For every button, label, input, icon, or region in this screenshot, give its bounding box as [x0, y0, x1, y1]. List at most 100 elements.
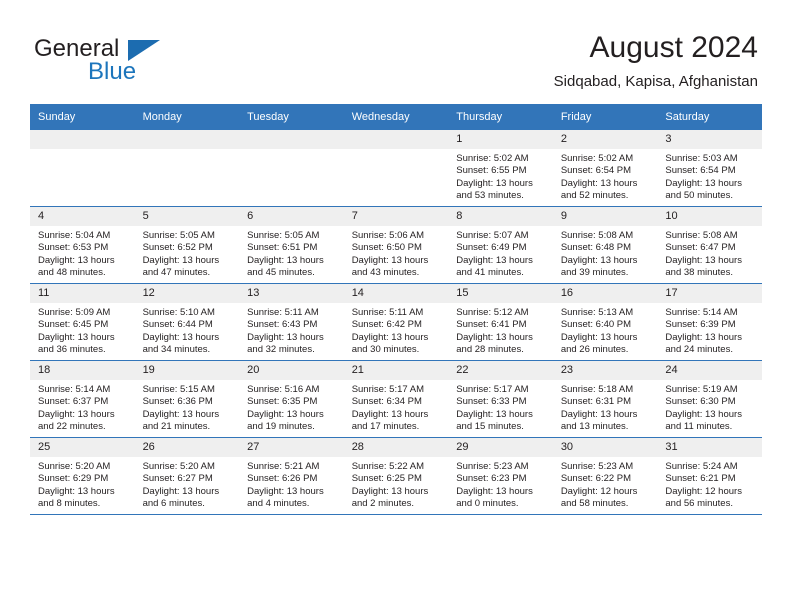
sunset-text: Sunset: 6:43 PM: [247, 319, 318, 331]
day-cell-inner: 21 Sunrise: 5:17 AM Sunset: 6:34 PM Dayligh…: [343, 361, 449, 437]
weekday-header-tuesday: Tuesday: [239, 104, 344, 130]
calendar-day-cell[interactable]: 22 Sunrise: 5:17 AM Sunset: 6:33 PM Dayligh…: [448, 360, 553, 438]
weekday-header-friday: Friday: [552, 104, 658, 130]
daylight-text-line1: Daylight: 13 hours: [456, 485, 533, 497]
sunrise-text: Sunrise: 5:06 AM: [351, 230, 425, 241]
sunrise-text: Sunrise: 5:20 AM: [38, 461, 111, 472]
calendar-day-cell[interactable]: 2 Sunrise: 5:02 AM Sunset: 6:54 PM Daylight…: [552, 130, 658, 207]
calendar-day-cell[interactable]: 9 Sunrise: 5:08 AM Sunset: 6:48 PM Daylight…: [552, 206, 658, 284]
calendar-day-cell[interactable]: 15 Sunrise: 5:12 AM Sunset: 6:41 PM Dayligh…: [448, 283, 553, 361]
sunset-text: Sunset: 6:36 PM: [142, 396, 213, 408]
day-number: 10: [657, 207, 762, 226]
calendar-day-cell[interactable]: 25 Sunrise: 5:20 AM Sunset: 6:29 PM Dayligh…: [30, 437, 135, 515]
weekday-header-sunday: Sunday: [30, 104, 135, 130]
calendar-day-cell[interactable]: 28 Sunrise: 5:22 AM Sunset: 6:25 PM Dayligh…: [343, 437, 449, 515]
sunrise-text: Sunrise: 5:24 AM: [665, 461, 738, 472]
sunrise-text: Sunrise: 5:21 AM: [247, 461, 320, 472]
calendar-week-row: 1 Sunrise: 5:02 AM Sunset: 6:55 PM Daylight…: [30, 130, 762, 207]
calendar-body: 1 Sunrise: 5:02 AM Sunset: 6:55 PM Daylight…: [30, 130, 762, 515]
calendar-day-cell[interactable]: 17 Sunrise: 5:14 AM Sunset: 6:39 PM Dayligh…: [657, 283, 762, 361]
day-cell-inner: 2 Sunrise: 5:02 AM Sunset: 6:54 PM Daylight…: [552, 130, 658, 206]
day-number: 9: [552, 207, 658, 226]
daylight-text-line1: Daylight: 13 hours: [665, 177, 742, 189]
day-details: Sunrise: 5:23 AM Sunset: 6:22 PM Daylight:…: [553, 457, 658, 511]
daylight-text-line2: and 19 minutes.: [247, 421, 315, 433]
daylight-text-line1: Daylight: 13 hours: [456, 254, 533, 266]
daylight-text-line2: and 2 minutes.: [351, 498, 415, 510]
daylight-text-line1: Daylight: 13 hours: [560, 177, 638, 189]
day-cell-inner: 25 Sunrise: 5:20 AM Sunset: 6:29 PM Dayligh…: [30, 438, 135, 514]
sunset-text: Sunset: 6:55 PM: [456, 165, 527, 177]
daylight-text-line1: Daylight: 13 hours: [560, 408, 638, 420]
sunrise-text: Sunrise: 5:17 AM: [456, 384, 529, 395]
calendar-table: Sunday Monday Tuesday Wednesday Thursday…: [30, 104, 762, 515]
daylight-text-line1: Daylight: 13 hours: [560, 331, 638, 343]
day-details: Sunrise: 5:20 AM Sunset: 6:29 PM Daylight:…: [30, 457, 135, 511]
calendar-day-cell[interactable]: 21 Sunrise: 5:17 AM Sunset: 6:34 PM Dayligh…: [343, 360, 449, 438]
calendar-day-cell[interactable]: 10 Sunrise: 5:08 AM Sunset: 6:47 PM Dayligh…: [657, 206, 762, 284]
calendar-day-cell[interactable]: 4 Sunrise: 5:04 AM Sunset: 6:53 PM Daylight…: [30, 206, 135, 284]
day-cell-inner: 14 Sunrise: 5:11 AM Sunset: 6:42 PM Dayligh…: [343, 284, 449, 360]
daylight-text-line2: and 53 minutes.: [456, 190, 524, 202]
calendar-day-cell[interactable]: 16 Sunrise: 5:13 AM Sunset: 6:40 PM Dayligh…: [552, 283, 658, 361]
daylight-text-line2: and 41 minutes.: [456, 267, 524, 279]
calendar-day-cell[interactable]: 13 Sunrise: 5:11 AM Sunset: 6:43 PM Dayligh…: [239, 283, 344, 361]
daylight-text-line1: Daylight: 13 hours: [142, 331, 220, 343]
calendar-day-cell[interactable]: 11 Sunrise: 5:09 AM Sunset: 6:45 PM Dayligh…: [30, 283, 135, 361]
sunrise-text: Sunrise: 5:23 AM: [456, 461, 529, 472]
calendar-day-cell[interactable]: 27 Sunrise: 5:21 AM Sunset: 6:26 PM Dayligh…: [239, 437, 344, 515]
calendar-day-cell[interactable]: 3 Sunrise: 5:03 AM Sunset: 6:54 PM Daylight…: [657, 130, 762, 207]
calendar-day-cell[interactable]: 24 Sunrise: 5:19 AM Sunset: 6:30 PM Dayligh…: [657, 360, 762, 438]
day-details: Sunrise: 5:11 AM Sunset: 6:43 PM Daylight:…: [239, 303, 344, 357]
daylight-text-line2: and 47 minutes.: [142, 267, 211, 279]
day-details: Sunrise: 5:11 AM Sunset: 6:42 PM Daylight:…: [344, 303, 449, 357]
calendar-day-cell[interactable]: 20 Sunrise: 5:16 AM Sunset: 6:35 PM Dayligh…: [239, 360, 344, 438]
sunrise-text: Sunrise: 5:12 AM: [456, 307, 529, 318]
sunset-text: Sunset: 6:23 PM: [456, 473, 527, 485]
daylight-text-line2: and 8 minutes.: [38, 498, 101, 510]
day-cell-inner: 1 Sunrise: 5:02 AM Sunset: 6:55 PM Daylight…: [448, 130, 553, 206]
sunrise-text: Sunrise: 5:13 AM: [560, 307, 634, 318]
day-details: Sunrise: 5:14 AM Sunset: 6:37 PM Daylight:…: [30, 380, 135, 434]
daylight-text-line1: Daylight: 13 hours: [142, 254, 220, 266]
calendar-day-cell[interactable]: 7 Sunrise: 5:06 AM Sunset: 6:50 PM Daylight…: [343, 206, 449, 284]
sunset-text: Sunset: 6:33 PM: [456, 396, 527, 408]
daylight-text-line1: Daylight: 12 hours: [665, 485, 742, 497]
calendar-day-cell[interactable]: 5 Sunrise: 5:05 AM Sunset: 6:52 PM Daylight…: [134, 206, 240, 284]
daylight-text-line1: Daylight: 13 hours: [142, 485, 220, 497]
calendar-day-cell[interactable]: 1 Sunrise: 5:02 AM Sunset: 6:55 PM Daylight…: [448, 130, 553, 207]
calendar-day-cell[interactable]: 14 Sunrise: 5:11 AM Sunset: 6:42 PM Dayligh…: [343, 283, 449, 361]
daylight-text-line1: Daylight: 13 hours: [665, 254, 742, 266]
calendar-day-cell[interactable]: 26 Sunrise: 5:20 AM Sunset: 6:27 PM Dayligh…: [134, 437, 240, 515]
calendar-day-cell[interactable]: 6 Sunrise: 5:05 AM Sunset: 6:51 PM Daylight…: [239, 206, 344, 284]
daylight-text-line2: and 38 minutes.: [665, 267, 733, 279]
day-details: Sunrise: 5:17 AM Sunset: 6:33 PM Daylight:…: [448, 380, 553, 434]
day-number: 24: [657, 361, 762, 380]
calendar-day-cell[interactable]: 31 Sunrise: 5:24 AM Sunset: 6:21 PM Dayligh…: [657, 437, 762, 515]
daylight-text-line1: Daylight: 13 hours: [247, 331, 324, 343]
calendar-day-cell[interactable]: 18 Sunrise: 5:14 AM Sunset: 6:37 PM Dayligh…: [30, 360, 135, 438]
day-cell-inner: 18 Sunrise: 5:14 AM Sunset: 6:37 PM Dayligh…: [30, 361, 135, 437]
day-number: 30: [552, 438, 658, 457]
day-number: [343, 130, 449, 149]
day-details: Sunrise: 5:06 AM Sunset: 6:50 PM Daylight:…: [344, 226, 449, 280]
day-details: Sunrise: 5:07 AM Sunset: 6:49 PM Daylight:…: [448, 226, 553, 280]
calendar-day-cell[interactable]: 8 Sunrise: 5:07 AM Sunset: 6:49 PM Daylight…: [448, 206, 553, 284]
day-details: Sunrise: 5:16 AM Sunset: 6:35 PM Daylight:…: [239, 380, 344, 434]
sunrise-text: Sunrise: 5:16 AM: [247, 384, 320, 395]
day-number: 23: [552, 361, 658, 380]
calendar-day-cell[interactable]: 23 Sunrise: 5:18 AM Sunset: 6:31 PM Dayligh…: [552, 360, 658, 438]
day-cell-inner: 20 Sunrise: 5:16 AM Sunset: 6:35 PM Dayligh…: [239, 361, 344, 437]
calendar-day-cell[interactable]: 12 Sunrise: 5:10 AM Sunset: 6:44 PM Dayligh…: [134, 283, 240, 361]
calendar-day-cell[interactable]: 19 Sunrise: 5:15 AM Sunset: 6:36 PM Dayligh…: [134, 360, 240, 438]
calendar-day-cell[interactable]: 29 Sunrise: 5:23 AM Sunset: 6:23 PM Dayligh…: [448, 437, 553, 515]
day-cell-inner: 15 Sunrise: 5:12 AM Sunset: 6:41 PM Dayligh…: [448, 284, 553, 360]
daylight-text-line2: and 0 minutes.: [456, 498, 519, 510]
general-blue-logo[interactable]: General Blue: [34, 36, 254, 94]
calendar-day-cell[interactable]: 30 Sunrise: 5:23 AM Sunset: 6:22 PM Dayligh…: [552, 437, 658, 515]
daylight-text-line2: and 24 minutes.: [665, 344, 733, 356]
weekday-header-thursday: Thursday: [448, 104, 553, 130]
daylight-text-line2: and 30 minutes.: [351, 344, 420, 356]
day-details: Sunrise: 5:24 AM Sunset: 6:21 PM Daylight:…: [657, 457, 762, 511]
sunset-text: Sunset: 6:48 PM: [560, 242, 632, 254]
